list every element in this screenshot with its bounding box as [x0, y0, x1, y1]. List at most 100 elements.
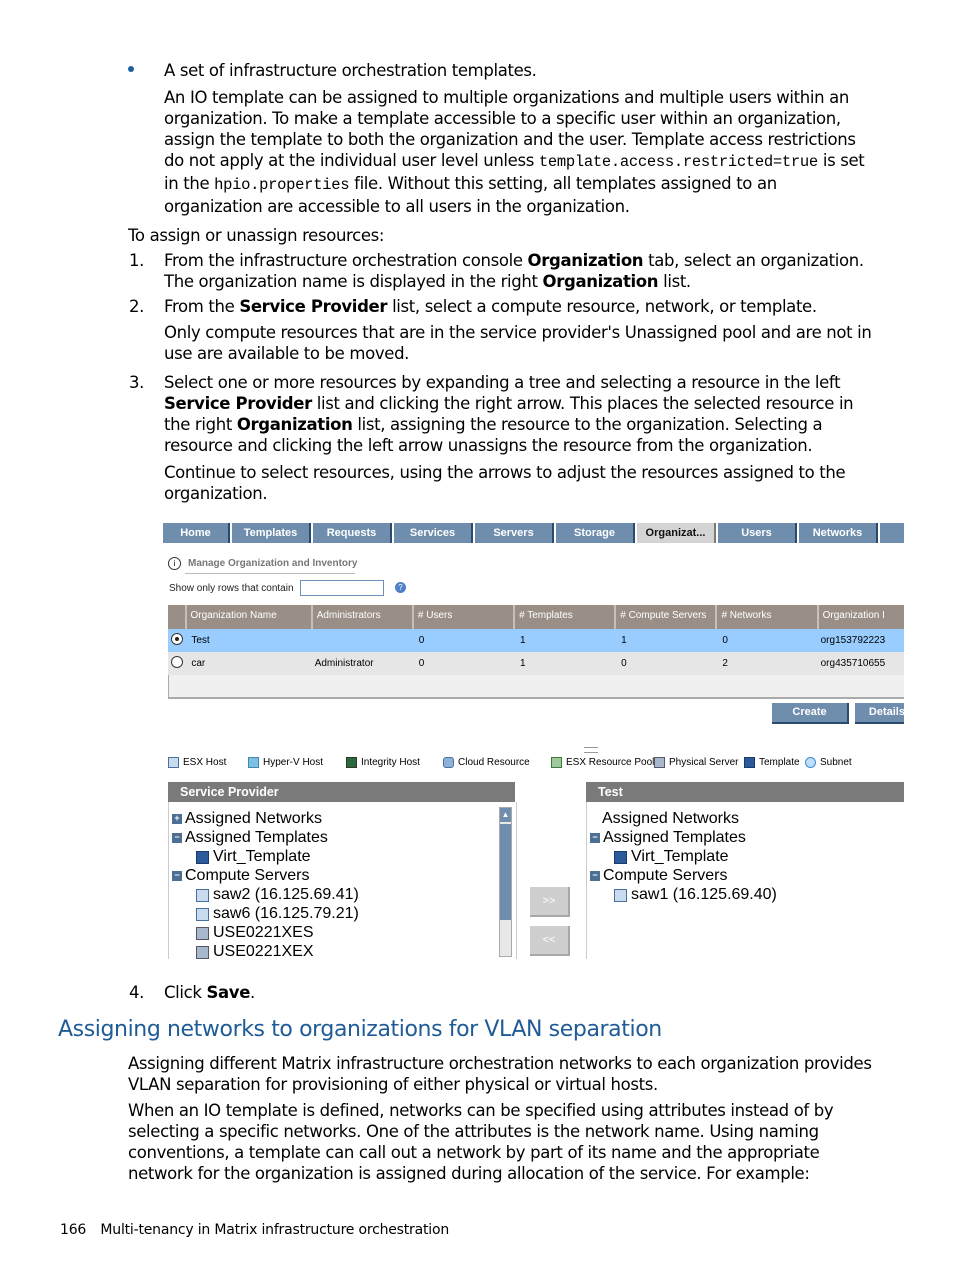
section-title: Manage Organization and Inventory: [188, 558, 358, 569]
tree-node[interactable]: saw6 (16.125.79.21): [196, 905, 359, 923]
details-button[interactable]: Details /: [855, 703, 904, 724]
tab-templates[interactable]: Templates: [232, 523, 311, 543]
legend-hyperv-host: Hyper-V Host: [248, 757, 323, 768]
legend-label: Hyper-V Host: [263, 757, 324, 768]
step-number: 4.: [129, 983, 145, 1002]
table-row[interactable]: car Administrator 0 1 0 2 org435710655: [168, 652, 904, 675]
legend-template: Template: [744, 757, 800, 768]
help-icon[interactable]: ?: [395, 582, 406, 593]
node-label: Assigned Templates: [603, 829, 746, 846]
tree-node[interactable]: Virt_Template: [614, 848, 729, 866]
tab-home[interactable]: Home: [163, 523, 230, 543]
create-button[interactable]: Create: [772, 703, 849, 724]
filter-input[interactable]: [300, 580, 384, 596]
bullet-text: A set of infrastructure orchestration te…: [164, 61, 537, 80]
scroll-up-icon[interactable]: ▲: [500, 808, 511, 822]
tab-storage[interactable]: Storage: [556, 523, 635, 543]
move-left-button[interactable]: <<: [530, 926, 570, 956]
org-users: 0: [418, 635, 425, 646]
org-id: org435710655: [820, 658, 886, 669]
legend-label: Physical Server: [669, 757, 739, 768]
collapse-icon[interactable]: −: [172, 871, 182, 881]
physical-server-icon: [196, 945, 209, 959]
tree-node[interactable]: saw1 (16.125.69.40): [614, 886, 777, 904]
column-header[interactable]: Organization Name: [184, 605, 311, 629]
tab-servers[interactable]: Servers: [475, 523, 554, 543]
expand-icon[interactable]: +: [172, 814, 182, 824]
filter-label: Show only rows that contain: [169, 583, 294, 594]
page-footer: 166 Multi-tenancy in Matrix infrastructu…: [60, 1222, 449, 1238]
section-paragraph: When an IO template is defined, networks…: [128, 1101, 834, 1183]
physical-server-icon: [196, 926, 209, 940]
tab-services[interactable]: Services: [394, 523, 473, 543]
move-right-button[interactable]: >>: [530, 887, 570, 917]
collapse-icon[interactable]: −: [172, 833, 182, 843]
node-label: Compute Servers: [603, 867, 728, 884]
legend-esx-host: ESX Host: [168, 757, 226, 768]
collapse-icon[interactable]: −: [590, 833, 600, 843]
ui-term: Service Provider: [164, 394, 312, 413]
table-row[interactable]: Test 0 1 1 0 org153792223: [168, 629, 904, 652]
code-filename: hpio.properties: [214, 176, 350, 194]
org-templates: 1: [519, 658, 526, 669]
tree-node[interactable]: Virt_Template: [196, 848, 311, 866]
step-number: 2.: [129, 297, 145, 316]
tab-requests[interactable]: Requests: [313, 523, 392, 543]
legend-esx-resource-pool: ESX Resource Pool: [551, 757, 654, 768]
column-header[interactable]: # Templates: [513, 605, 614, 629]
node-label: USE0221XEX: [213, 943, 314, 959]
organization-panel-header: Test: [586, 782, 904, 802]
ui-term: Organization: [236, 415, 353, 434]
code-property: template.access.restricted=true: [538, 153, 818, 171]
tree-node[interactable]: − Assigned Templates: [172, 829, 328, 847]
step-text: list, select a compute resource, network…: [387, 297, 817, 316]
node-label: Compute Servers: [185, 867, 310, 884]
radio-unselected[interactable]: [171, 656, 183, 669]
radio-selected[interactable]: [171, 633, 183, 646]
tree-node[interactable]: − Compute Servers: [590, 867, 728, 885]
tree-node[interactable]: USE0221XES: [196, 924, 314, 942]
subnet-icon: [805, 757, 816, 768]
node-label: Assigned Templates: [185, 829, 328, 846]
hyperv-host-icon: [248, 757, 259, 768]
legend-physical-server: Physical Server: [654, 757, 738, 768]
step-text: .: [250, 983, 255, 1002]
column-header[interactable]: # Compute Servers: [614, 605, 715, 629]
row-select[interactable]: [168, 652, 187, 675]
tree-node[interactable]: − Compute Servers: [172, 867, 310, 885]
column-header[interactable]: # Users: [411, 605, 513, 629]
tab-software[interactable]: Soft: [880, 523, 904, 543]
row-select[interactable]: [168, 629, 187, 652]
tree-node[interactable]: USE0221XEX: [196, 943, 314, 959]
tab-users[interactable]: Users: [718, 523, 797, 543]
step-2: From the Service Provider list, select a…: [164, 296, 874, 317]
ui-term: Save: [206, 983, 251, 1002]
org-templates: 1: [519, 635, 526, 646]
node-label: Virt_Template: [213, 848, 311, 865]
tree-node[interactable]: saw2 (16.125.69.41): [196, 886, 359, 904]
template-icon: [744, 757, 755, 768]
tab-organization[interactable]: Organizat...: [637, 523, 716, 543]
column-header[interactable]: # Networks: [715, 605, 816, 629]
step-3: Select one or more resources by expandin…: [164, 372, 874, 456]
esx-resource-pool-icon: [551, 757, 562, 768]
tree-node[interactable]: Assigned Networks: [602, 810, 739, 828]
main-tab-bar: Home Templates Requests Services Servers…: [163, 523, 904, 545]
tree-node[interactable]: − Assigned Templates: [590, 829, 746, 847]
integrity-host-icon: [346, 757, 357, 768]
collapse-icon[interactable]: −: [590, 871, 600, 881]
vertical-scrollbar[interactable]: ▲: [499, 807, 512, 957]
assign-intro: To assign or unassign resources:: [128, 226, 385, 245]
splitter-handle[interactable]: [584, 747, 598, 753]
select-column-header: [168, 605, 185, 629]
node-label: saw1 (16.125.69.40): [631, 886, 777, 903]
physical-server-icon: [654, 757, 665, 768]
column-header[interactable]: Organization I: [816, 605, 904, 629]
tree-node[interactable]: + Assigned Networks: [172, 810, 322, 828]
column-header[interactable]: Administrators: [310, 605, 412, 629]
tab-networks[interactable]: Networks: [799, 523, 878, 543]
scrollbar-thumb[interactable]: [500, 824, 511, 920]
esx-host-icon: [168, 757, 179, 768]
legend-label: Subnet: [820, 757, 852, 768]
node-label: saw2 (16.125.69.41): [213, 886, 359, 903]
